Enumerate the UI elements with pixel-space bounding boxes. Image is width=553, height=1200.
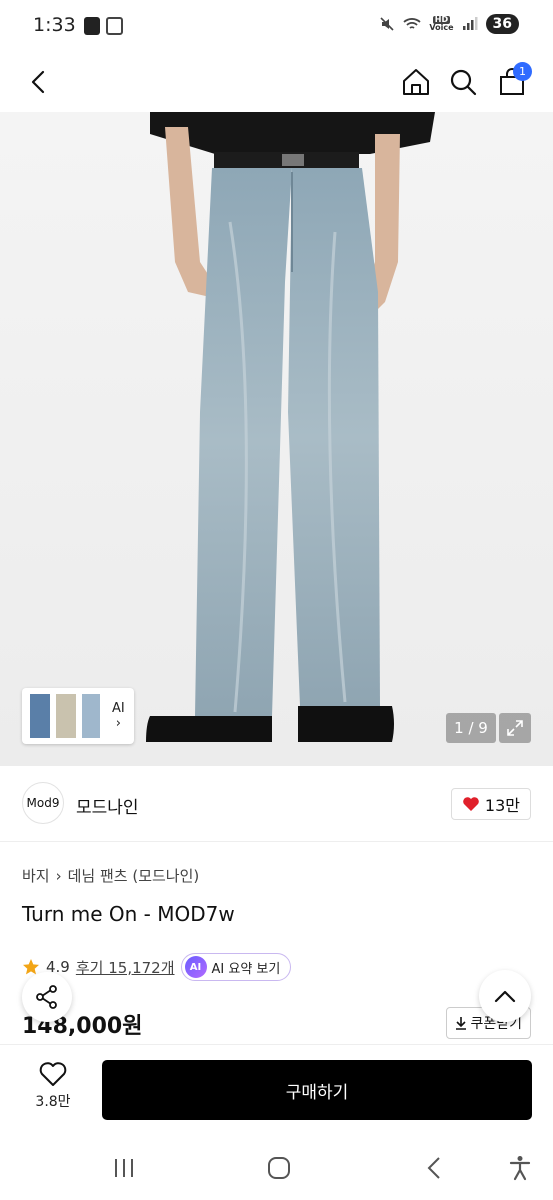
product-image-gallery[interactable]: AI › 1 / 9 (0, 112, 553, 766)
system-back-icon (427, 1157, 440, 1179)
status-bar: 1:33 HD Voice 36 (0, 0, 553, 52)
breadcrumb: 바지 › 데님 팬츠 (모드나인) (22, 865, 199, 886)
buy-button[interactable]: 구매하기 (102, 1060, 532, 1120)
thumbnail-ai-text: AI (112, 701, 125, 716)
breadcrumb-subcategory[interactable]: 데님 팬츠 (모드나인) (68, 865, 200, 886)
scroll-top-button[interactable] (479, 970, 531, 1022)
download-icon (456, 1017, 467, 1030)
brand-like-count: 13만 (484, 796, 520, 815)
brand-like-button[interactable]: 13만 (450, 788, 531, 820)
chevron-up-icon (494, 990, 516, 1003)
back-button[interactable] (16, 60, 60, 104)
status-icons: HD Voice 36 (379, 14, 519, 34)
battery-level: 36 (492, 16, 512, 32)
thumbnail-ai-label: AI › (112, 701, 125, 731)
back-arrow-icon (31, 70, 45, 94)
share-icon (36, 985, 57, 1009)
accessibility-icon (509, 1156, 531, 1181)
similar-items-thumbnail[interactable]: AI › (22, 688, 134, 744)
cart-button[interactable]: 1 (490, 60, 534, 104)
product-title: Turn me On - MOD7w (22, 902, 235, 926)
signal-icon (462, 17, 478, 30)
home-circle-icon (268, 1157, 290, 1179)
share-button[interactable] (22, 972, 72, 1022)
chevron-right-icon: › (115, 716, 121, 731)
search-icon (450, 69, 477, 96)
ai-summary-label: AI 요약 보기 (211, 961, 281, 977)
wishlist-button[interactable]: 3.8만 (22, 1061, 84, 1121)
brand-row[interactable]: Mod9 모드나인 13만 (0, 766, 553, 842)
image-page-counter: 1 / 9 (446, 713, 496, 743)
ai-summary-button[interactable]: AI AI 요약 보기 (180, 953, 292, 981)
kt-carrier-icon (106, 17, 123, 35)
bottom-action-bar: 3.8만 구매하기 (0, 1044, 553, 1136)
recent-apps-icon (115, 1159, 133, 1177)
chevron-right-icon: › (55, 866, 62, 885)
expand-icon (507, 720, 523, 736)
brand-name[interactable]: 모드나인 (76, 793, 139, 818)
review-count-link[interactable]: 후기 15,172개 (76, 957, 175, 978)
breadcrumb-category[interactable]: 바지 (22, 865, 50, 886)
battery-indicator: 36 (485, 14, 519, 34)
status-time: 1:33 (33, 14, 76, 36)
accessibility-button[interactable] (500, 1152, 540, 1184)
wishlist-count: 3.8만 (35, 1094, 71, 1110)
product-photo (146, 112, 435, 742)
recent-apps-button[interactable] (104, 1152, 144, 1184)
heart-icon (463, 797, 479, 811)
expand-image-button[interactable] (499, 713, 531, 743)
system-navigation-bar (0, 1136, 553, 1200)
brand-logo[interactable]: Mod9 (22, 782, 64, 824)
search-button[interactable] (441, 60, 485, 104)
home-icon (403, 69, 429, 95)
mute-icon (380, 17, 394, 31)
app-notification-icon (84, 17, 100, 35)
home-button[interactable] (394, 60, 438, 104)
ai-badge-icon: AI (184, 956, 207, 978)
thumbnail-jeans-image (30, 694, 100, 738)
wifi-icon (403, 18, 421, 29)
home-system-button[interactable] (259, 1152, 299, 1184)
system-back-button[interactable] (414, 1152, 454, 1184)
cart-count-badge: 1 (513, 62, 532, 81)
top-navigation: 1 (0, 52, 553, 112)
hd-voice-icon: HD Voice (429, 16, 453, 32)
voice-label: Voice (429, 23, 454, 32)
heart-outline-icon (39, 1062, 67, 1086)
